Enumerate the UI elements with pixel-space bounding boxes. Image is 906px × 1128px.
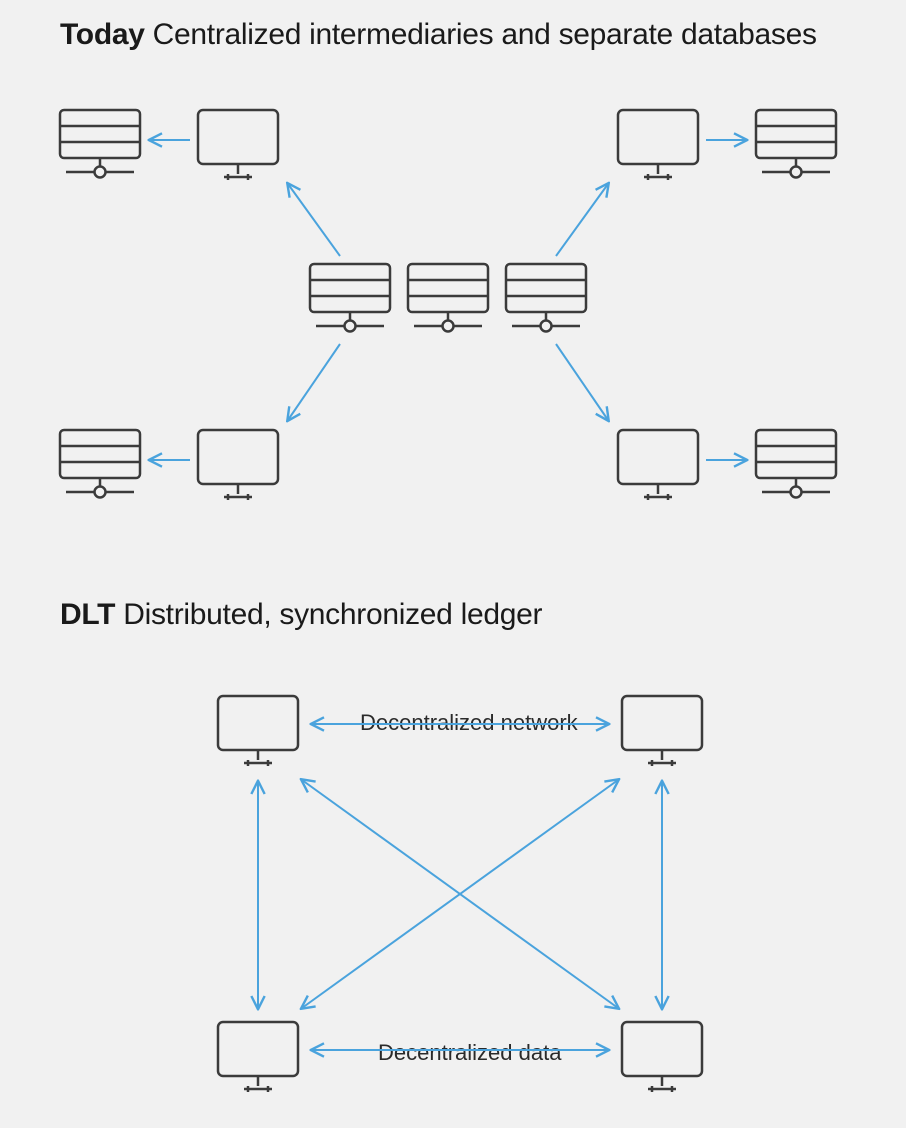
server-icon xyxy=(60,430,140,498)
diagram-canvas xyxy=(0,0,906,1128)
monitor-icon xyxy=(618,110,698,180)
arrow-icon xyxy=(556,344,608,420)
arrow-icon xyxy=(288,184,340,256)
monitor-icon xyxy=(622,696,702,766)
server-icon xyxy=(756,110,836,178)
diagram-centralized xyxy=(60,110,836,500)
arrow-icon xyxy=(288,344,340,420)
server-icon xyxy=(756,430,836,498)
monitor-icon xyxy=(218,1022,298,1092)
monitor-icon xyxy=(198,110,278,180)
heading-dlt-rest: Distributed, synchronized ledger xyxy=(115,598,542,631)
monitor-icon xyxy=(198,430,278,500)
heading-dlt: DLT Distributed, synchronized ledger xyxy=(60,598,542,632)
monitor-icon xyxy=(618,430,698,500)
server-icon xyxy=(506,264,586,332)
arrow-icon xyxy=(556,184,608,256)
arrow-icon xyxy=(302,780,618,1008)
heading-dlt-bold: DLT xyxy=(60,598,115,631)
label-decentralized-data: Decentralized data xyxy=(378,1040,561,1066)
server-icon xyxy=(408,264,488,332)
monitor-icon xyxy=(218,696,298,766)
server-icon xyxy=(310,264,390,332)
diagram-dlt xyxy=(218,696,702,1092)
monitor-icon xyxy=(622,1022,702,1092)
heading-today-rest: Centralized intermediaries and separate … xyxy=(145,18,817,51)
heading-today: Today Centralized intermediaries and sep… xyxy=(60,18,817,52)
heading-today-bold: Today xyxy=(60,18,145,51)
arrow-icon xyxy=(302,780,618,1008)
server-icon xyxy=(60,110,140,178)
label-decentralized-network: Decentralized network xyxy=(360,710,578,736)
